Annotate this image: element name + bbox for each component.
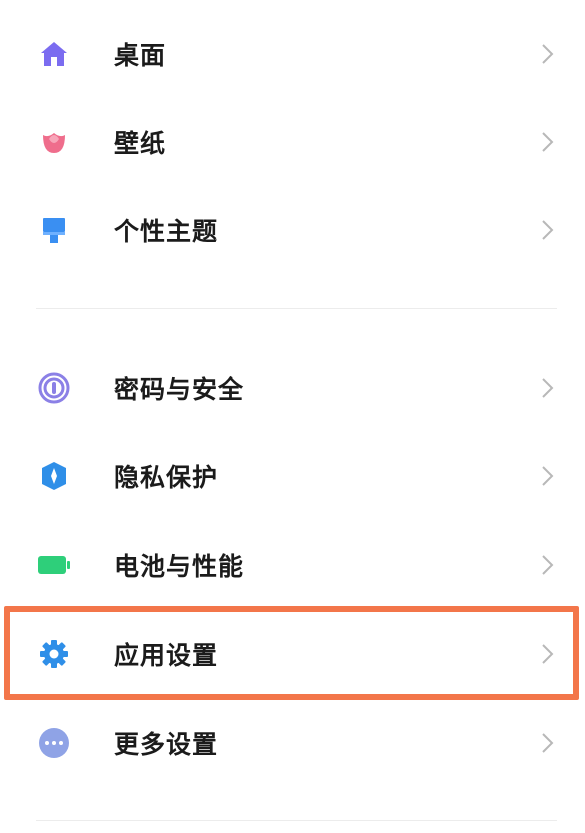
settings-item-label: 壁纸 — [114, 129, 167, 158]
gear-icon — [36, 636, 72, 672]
chevron-right-icon — [542, 733, 554, 753]
fingerprint-icon — [36, 370, 72, 406]
settings-item-app-settings[interactable]: 应用设置 — [0, 610, 585, 698]
settings-item-label: 应用设置 — [114, 641, 219, 670]
chevron-right-icon — [542, 555, 554, 575]
chevron-right-icon — [542, 644, 554, 664]
section-divider — [36, 308, 557, 309]
chevron-right-icon — [542, 44, 554, 64]
settings-item-label: 隐私保护 — [114, 463, 219, 492]
chevron-right-icon — [542, 132, 554, 152]
settings-item-label: 电池与性能 — [114, 552, 245, 581]
settings-item-password-security[interactable]: 密码与安全 — [0, 344, 585, 432]
section-divider — [36, 820, 557, 821]
more-dots-icon — [36, 725, 72, 761]
settings-item-label: 桌面 — [114, 41, 167, 70]
settings-item-themes[interactable]: 个性主题 — [0, 186, 585, 274]
settings-item-label: 个性主题 — [114, 217, 219, 246]
chevron-right-icon — [542, 466, 554, 486]
settings-item-desktop[interactable]: 桌面 — [0, 10, 585, 98]
settings-item-label: 密码与安全 — [114, 375, 245, 404]
settings-item-privacy[interactable]: 隐私保护 — [0, 432, 585, 520]
settings-item-battery-performance[interactable]: 电池与性能 — [0, 521, 585, 609]
battery-icon — [36, 547, 72, 583]
paint-brush-icon — [36, 212, 72, 248]
settings-item-more-settings[interactable]: 更多设置 — [0, 699, 585, 787]
settings-screen: 桌面 壁纸 个性主题 密码与安全 隐私保护 电池与性能 应用设置 更多设置 — [0, 0, 585, 833]
privacy-shield-icon — [36, 458, 72, 494]
settings-item-label: 更多设置 — [114, 730, 219, 759]
chevron-right-icon — [542, 378, 554, 398]
chevron-right-icon — [542, 220, 554, 240]
home-icon — [36, 36, 72, 72]
tulip-icon — [36, 124, 72, 160]
settings-item-wallpaper[interactable]: 壁纸 — [0, 98, 585, 186]
